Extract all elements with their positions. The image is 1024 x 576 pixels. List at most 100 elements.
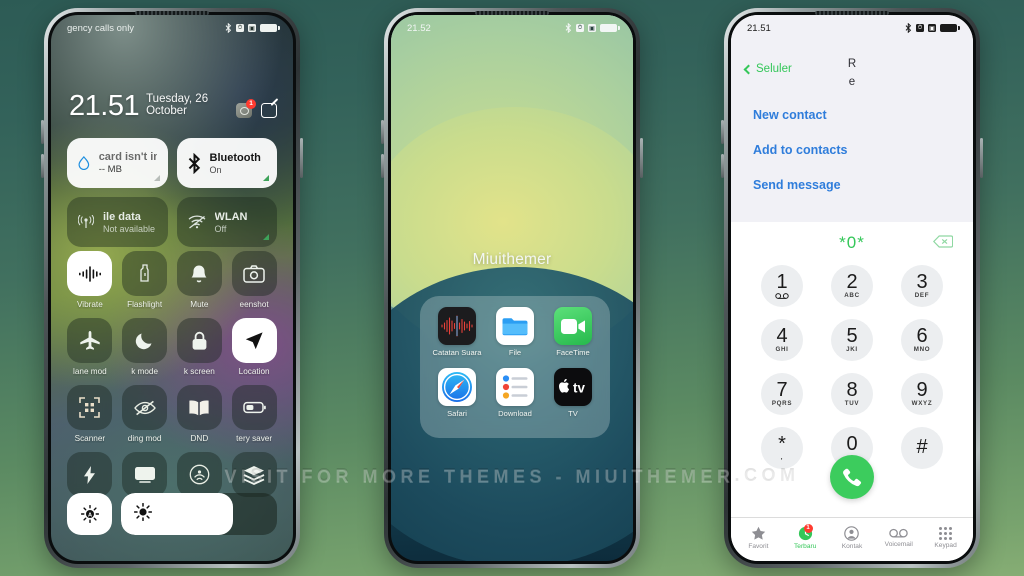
toggle-label: eenshot — [239, 300, 269, 309]
toggle-reading-mode[interactable]: ding mod — [122, 385, 168, 443]
caller-number-display: R e — [731, 55, 973, 92]
toggle-lock-screen[interactable]: k screen — [176, 318, 223, 376]
key-7[interactable]: 7 PQRS — [761, 373, 803, 415]
app-facetime[interactable]: FaceTime — [544, 307, 602, 358]
toggle-dark-mode[interactable]: k mode — [122, 318, 168, 376]
toggle-airplane-mode[interactable]: lane mod — [67, 318, 113, 376]
bluetooth-icon — [188, 152, 200, 174]
tab-favorit[interactable]: Favorit — [735, 526, 782, 550]
tile-mobile-data[interactable]: ile data Not available — [67, 197, 168, 247]
toggle-location[interactable]: Location — [231, 318, 277, 376]
camera-badge: 1 — [246, 99, 256, 109]
key-9[interactable]: 9 WXYZ — [901, 373, 943, 415]
status-bar-middle: 21.52 ⏱ ▣ — [391, 15, 633, 41]
key-4[interactable]: 4 GHI — [761, 319, 803, 361]
tab-terbaru[interactable]: 1 Terbaru — [782, 524, 829, 550]
volume-up-button[interactable] — [381, 120, 384, 144]
toggle-vibrate[interactable]: Vibrate — [67, 251, 113, 309]
tab-voicemail[interactable]: Voicemail — [875, 528, 922, 548]
volume-down-button[interactable] — [721, 154, 724, 178]
app-tv[interactable]: tv TV — [544, 367, 602, 419]
key-digit: * — [778, 432, 786, 455]
voicemail-icon — [889, 528, 909, 538]
power-button[interactable] — [300, 138, 303, 178]
tab-label: Terbaru — [794, 543, 817, 550]
tab-keypad[interactable]: Keypad — [922, 526, 969, 550]
power-button[interactable] — [640, 138, 643, 178]
mute-status-icon: ▣ — [588, 24, 596, 32]
tab-label: Keypad — [934, 542, 957, 550]
tile-title: ile data — [103, 210, 141, 223]
bluetooth-icon — [905, 23, 912, 33]
tile-bluetooth[interactable]: Bluetooth On — [176, 138, 277, 188]
clock-time: 21.51 — [69, 90, 140, 123]
key-1[interactable]: 1 — [761, 265, 803, 307]
key-6[interactable]: 6 MNO — [901, 319, 943, 361]
earpiece-speaker-icon — [475, 11, 549, 15]
camera-icon — [231, 251, 277, 296]
action-add-to-contacts[interactable]: Add to contacts — [753, 143, 847, 157]
call-button[interactable] — [830, 455, 874, 499]
tile-wlan[interactable]: WLAN Off — [176, 197, 277, 247]
mute-status-icon: ▣ — [928, 24, 936, 32]
key-star[interactable]: * , — [761, 427, 803, 469]
app-voice-memos[interactable]: Catatan Suara — [428, 307, 486, 358]
folder-title: Miuithemer — [472, 251, 552, 268]
app-label: File — [508, 348, 522, 357]
volume-down-button[interactable] — [381, 154, 384, 178]
big-tile-row-1: card isn't inst. -- MB Bluetooth On — [67, 138, 277, 188]
tile-corner-indicator — [153, 175, 160, 181]
key-8[interactable]: 8 TUV — [831, 373, 873, 415]
toggle-dnd[interactable]: DND — [176, 385, 223, 443]
toggle-flashlight[interactable]: Flashlight — [122, 251, 168, 309]
brightness-auto-button[interactable]: A — [67, 493, 112, 535]
svg-text:tv: tv — [573, 381, 585, 395]
key-hash[interactable]: # — [901, 427, 943, 469]
action-send-message[interactable]: Send message — [753, 178, 841, 192]
app-safari[interactable]: Safari — [428, 367, 486, 419]
key-letters: GHI — [775, 346, 789, 354]
power-button[interactable] — [980, 138, 983, 178]
phone-device-middle: 21.52 ⏱ ▣ Miuithemer Catatan Suara File … — [381, 8, 643, 568]
toggle-screenshot[interactable]: eenshot — [231, 251, 277, 309]
volume-up-button[interactable] — [41, 120, 44, 144]
app-label: TV — [568, 408, 578, 418]
volume-down-button[interactable] — [41, 154, 44, 178]
brightness-slider[interactable] — [121, 493, 277, 535]
phone-bezel-left: gency calls only ⏱ ▣ 21.51 Tuesday, 26 O… — [48, 11, 296, 564]
tab-kontak[interactable]: Kontak — [829, 526, 876, 550]
key-letters: TUV — [844, 400, 860, 408]
phone-device-left: gency calls only ⏱ ▣ 21.51 Tuesday, 26 O… — [41, 8, 303, 568]
tile-mobile-data-card[interactable]: card isn't inst. -- MB — [67, 138, 168, 188]
key-2[interactable]: 2 ABC — [831, 265, 873, 307]
cast-icon — [122, 452, 168, 497]
tile-title: WLAN — [214, 210, 248, 223]
cellular-icon — [78, 215, 94, 228]
app-label: FaceTime — [556, 348, 590, 357]
toggle-label: tery saver — [236, 434, 273, 443]
volume-up-button[interactable] — [721, 120, 724, 144]
toggle-label: DND — [190, 434, 209, 443]
bluetooth-icon — [565, 23, 572, 33]
key-digit: 2 — [846, 270, 858, 293]
edit-icon[interactable] — [261, 103, 277, 118]
brightness-row: A — [67, 493, 277, 535]
key-digit: 8 — [846, 378, 858, 401]
key-3[interactable]: 3 DEF — [901, 265, 943, 307]
action-new-contact[interactable]: New contact — [753, 108, 827, 122]
toggle-scanner[interactable]: Scanner — [67, 385, 113, 443]
backspace-icon[interactable] — [932, 235, 954, 248]
toggle-mute[interactable]: Mute — [176, 251, 223, 309]
phone-device-right: 21.51 ⏱ ▣ Seluler R e New contact Add to… — [721, 8, 983, 568]
app-files[interactable]: File — [486, 307, 544, 358]
bluetooth-icon — [225, 23, 232, 33]
lock-icon — [176, 318, 222, 363]
contacts-icon — [844, 526, 860, 541]
key-letters: , — [780, 454, 784, 462]
app-download[interactable]: Download — [486, 367, 544, 419]
key-letters: JKI — [846, 346, 858, 354]
key-5[interactable]: 5 JKI — [831, 319, 873, 361]
tile-bluetooth-text: Bluetooth On — [210, 152, 261, 175]
camera-icon[interactable]: 1 — [236, 99, 256, 118]
toggle-battery-saver[interactable]: tery saver — [231, 385, 277, 443]
